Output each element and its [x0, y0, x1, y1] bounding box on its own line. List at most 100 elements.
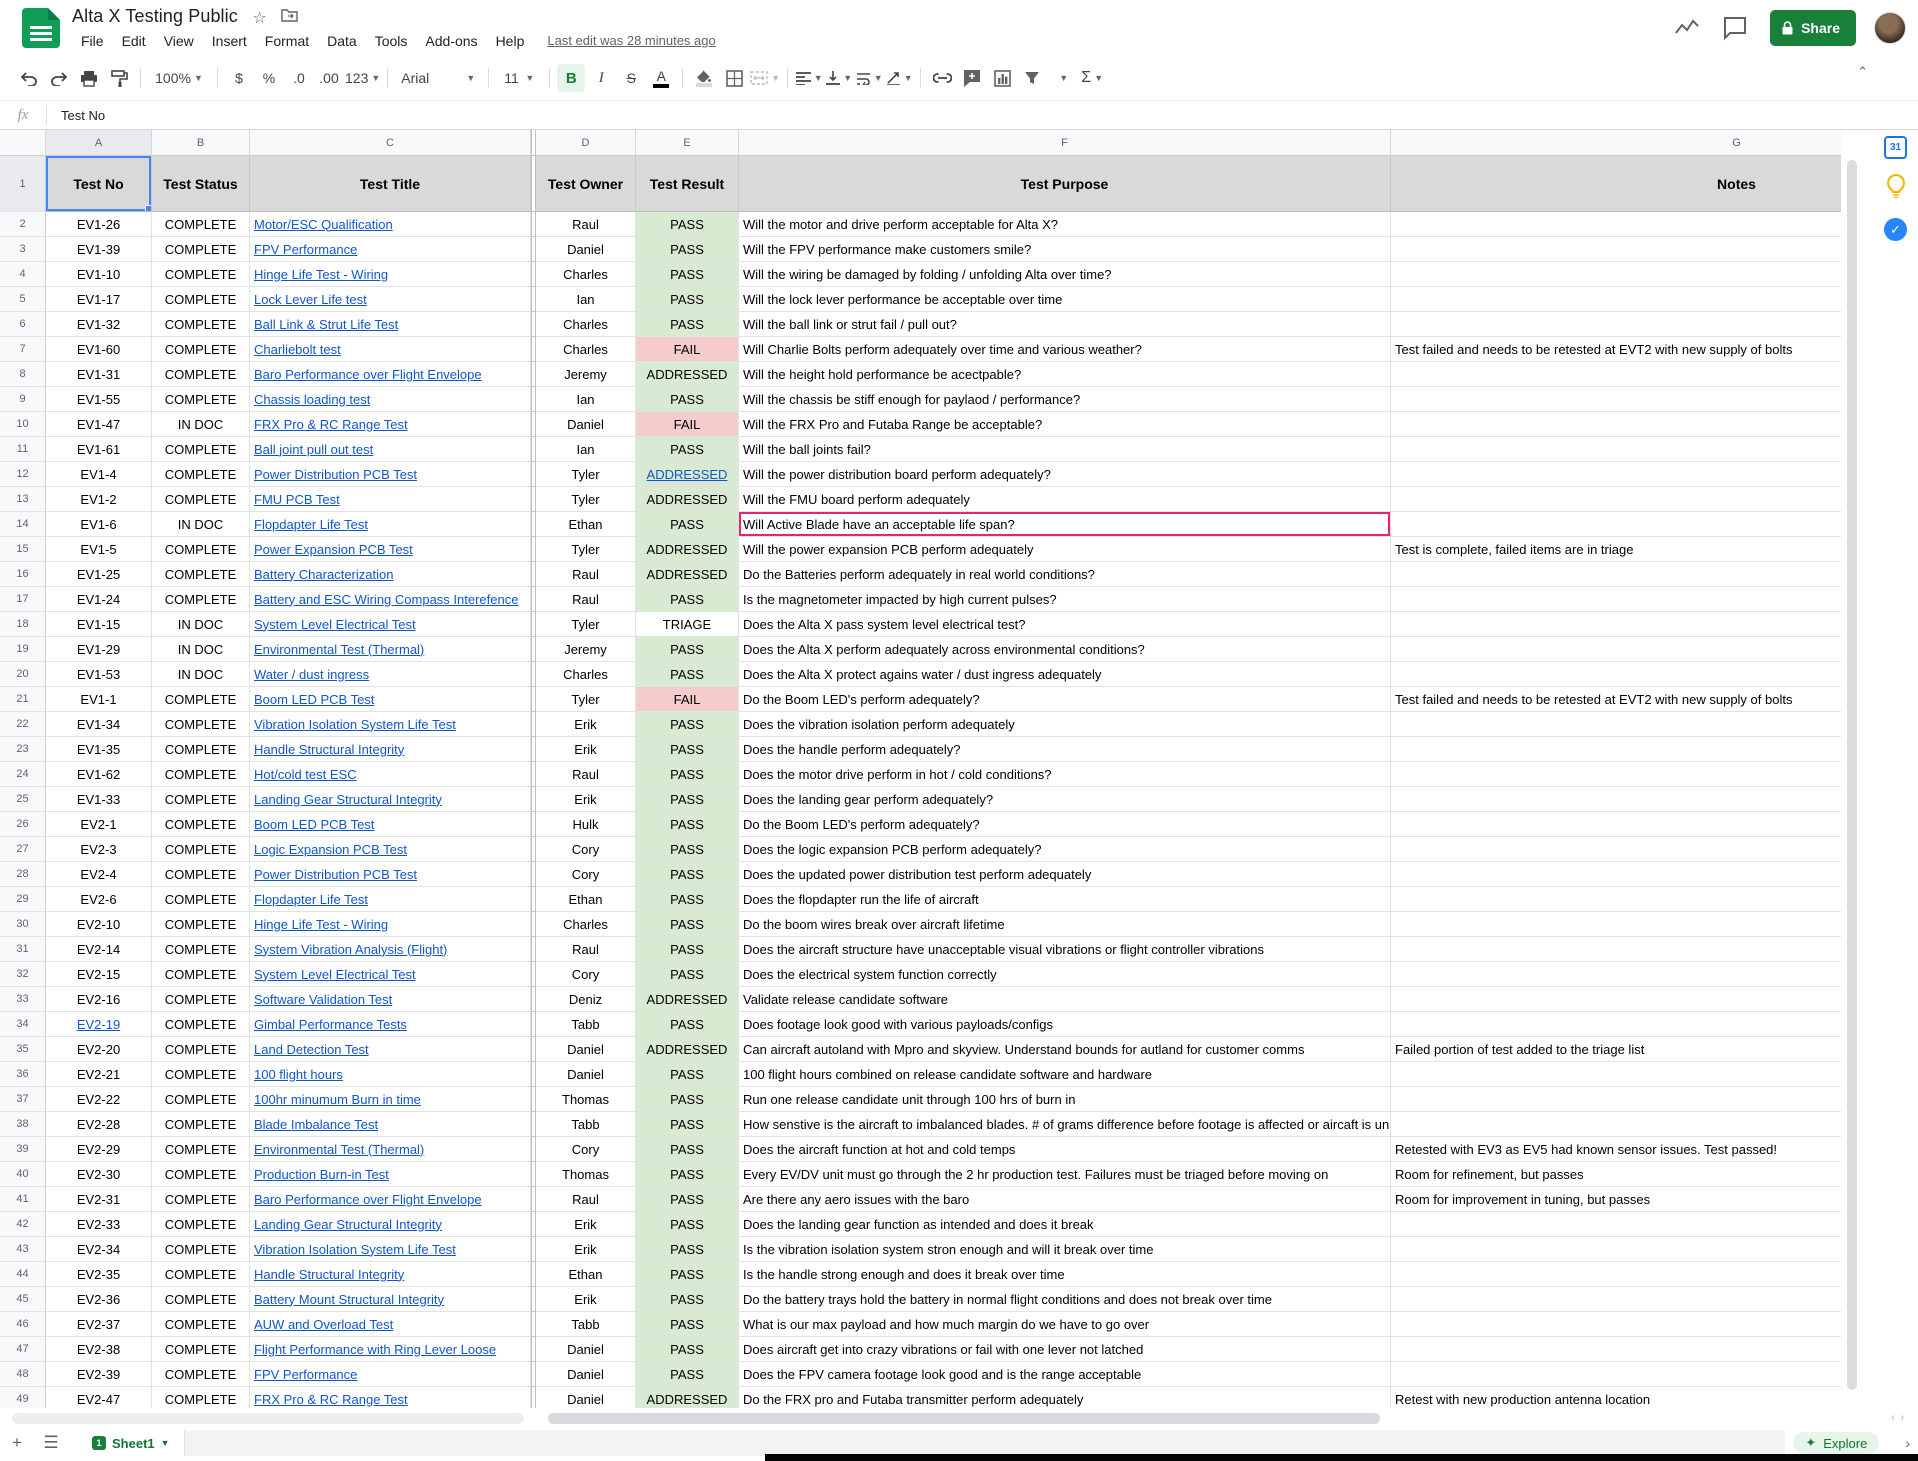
cell-test-purpose[interactable]: Will Charlie Bolts perform adequately ov…: [739, 337, 1391, 362]
row-header-36[interactable]: 36: [0, 1062, 46, 1087]
cell-test-purpose[interactable]: Does the logic expansion PCB perform ade…: [739, 837, 1391, 862]
row-header-28[interactable]: 28: [0, 862, 46, 887]
cell-test-no[interactable]: EV1-60: [46, 337, 152, 362]
cell-test-no[interactable]: EV2-28: [46, 1112, 152, 1137]
cell-test-no[interactable]: EV1-1: [46, 687, 152, 712]
horizontal-align-button[interactable]: ▼: [795, 64, 823, 92]
test-title-link[interactable]: Lock Lever Life test: [254, 292, 367, 307]
row-header-21[interactable]: 21: [0, 687, 46, 712]
cell-test-purpose[interactable]: Do the battery trays hold the battery in…: [739, 1287, 1391, 1312]
cell-test-status[interactable]: COMPLETE: [152, 1087, 250, 1112]
cell-test-no[interactable]: EV2-10: [46, 912, 152, 937]
text-color-button[interactable]: A: [647, 64, 675, 92]
row-header-11[interactable]: 11: [0, 437, 46, 462]
test-title-link[interactable]: Vibration Isolation System Life Test: [254, 717, 456, 732]
cell-test-purpose[interactable]: Do the Boom LED's perform adequately?: [739, 812, 1391, 837]
cell-test-purpose[interactable]: Does the motor drive perform in hot / co…: [739, 762, 1391, 787]
cell-test-title[interactable]: Handle Structural Integrity: [250, 737, 531, 762]
cell-notes[interactable]: [1391, 287, 1841, 312]
test-title-link[interactable]: Baro Performance over Flight Envelope: [254, 1192, 482, 1207]
cell-test-no[interactable]: EV1-2: [46, 487, 152, 512]
cell-test-owner[interactable]: Ethan: [536, 887, 636, 912]
cell-test-status[interactable]: IN DOC: [152, 412, 250, 437]
cell-test-status[interactable]: COMPLETE: [152, 1287, 250, 1312]
test-title-link[interactable]: Battery Characterization: [254, 567, 393, 582]
cell-test-result[interactable]: PASS: [636, 787, 739, 812]
cell-test-result[interactable]: PASS: [636, 1087, 739, 1112]
row-header-46[interactable]: 46: [0, 1312, 46, 1337]
paint-format-button[interactable]: [105, 64, 133, 92]
column-header-G[interactable]: G: [1391, 130, 1841, 156]
menu-view[interactable]: View: [155, 31, 203, 51]
cell-test-status[interactable]: COMPLETE: [152, 1312, 250, 1337]
cell-test-purpose[interactable]: What is our max payload and how much mar…: [739, 1312, 1391, 1337]
cell-test-purpose[interactable]: Will the ball joints fail?: [739, 437, 1391, 462]
cell-test-owner[interactable]: Thomas: [536, 1162, 636, 1187]
cell-test-title[interactable]: FMU PCB Test: [250, 487, 531, 512]
cell-test-no[interactable]: EV1-53: [46, 662, 152, 687]
cell-test-no[interactable]: EV2-47: [46, 1387, 152, 1408]
insert-link-button[interactable]: [928, 64, 956, 92]
test-title-link[interactable]: Power Expansion PCB Test: [254, 542, 413, 557]
cell-test-title[interactable]: Battery and ESC Wiring Compass Interefen…: [250, 587, 531, 612]
filter-button[interactable]: [1018, 64, 1046, 92]
italic-button[interactable]: I: [587, 64, 615, 92]
cell-test-purpose[interactable]: Will the motor and drive perform accepta…: [739, 212, 1391, 237]
cell-test-no[interactable]: EV1-62: [46, 762, 152, 787]
test-title-link[interactable]: Gimbal Performance Tests: [254, 1017, 407, 1032]
comment-history-icon[interactable]: [1722, 15, 1748, 41]
row-header-13[interactable]: 13: [0, 487, 46, 512]
row-header-5[interactable]: 5: [0, 287, 46, 312]
cell-test-status[interactable]: COMPLETE: [152, 1162, 250, 1187]
cell-test-status[interactable]: IN DOC: [152, 637, 250, 662]
cell-test-purpose[interactable]: Can aircraft autoland with Mpro and skyv…: [739, 1037, 1391, 1062]
cell-test-status[interactable]: COMPLETE: [152, 862, 250, 887]
text-wrap-button[interactable]: ▼: [855, 64, 883, 92]
cell-notes[interactable]: [1391, 562, 1841, 587]
test-title-link[interactable]: Ball joint pull out test: [254, 442, 373, 457]
cell-notes[interactable]: [1391, 987, 1841, 1012]
test-title-link[interactable]: Battery and ESC Wiring Compass Interefen…: [254, 592, 518, 607]
cell-test-status[interactable]: COMPLETE: [152, 1112, 250, 1137]
cell-test-purpose[interactable]: Are there any aero issues with the baro: [739, 1187, 1391, 1212]
cell-test-no[interactable]: EV2-22: [46, 1087, 152, 1112]
row-header-15[interactable]: 15: [0, 537, 46, 562]
cell-test-no[interactable]: EV2-35: [46, 1262, 152, 1287]
move-to-folder-icon[interactable]: [281, 8, 298, 27]
cell-test-title[interactable]: Power Distribution PCB Test: [250, 862, 531, 887]
cell-test-owner[interactable]: Charles: [536, 662, 636, 687]
cell-test-purpose[interactable]: Does the landing gear function as intend…: [739, 1212, 1391, 1237]
cell-test-no[interactable]: EV1-55: [46, 387, 152, 412]
row-header-45[interactable]: 45: [0, 1287, 46, 1312]
test-title-link[interactable]: Vibration Isolation System Life Test: [254, 1242, 456, 1257]
cell-notes[interactable]: [1391, 812, 1841, 837]
cell-test-purpose[interactable]: Does the Alta X pass system level electr…: [739, 612, 1391, 637]
cell-test-status[interactable]: COMPLETE: [152, 712, 250, 737]
cell-notes[interactable]: [1391, 662, 1841, 687]
cell-test-owner[interactable]: Ethan: [536, 1262, 636, 1287]
column-header-F[interactable]: F: [739, 130, 1391, 156]
test-title-link[interactable]: Environmental Test (Thermal): [254, 642, 424, 657]
cell-test-result[interactable]: PASS: [636, 887, 739, 912]
row-header-1[interactable]: 1: [0, 156, 46, 212]
cell-test-no[interactable]: EV1-29: [46, 637, 152, 662]
sheet-tab-sheet1[interactable]: 1 Sheet1 ▼: [78, 1430, 185, 1456]
cell-test-title[interactable]: Landing Gear Structural Integrity: [250, 787, 531, 812]
cell-test-status[interactable]: IN DOC: [152, 612, 250, 637]
cell-test-owner[interactable]: Daniel: [536, 412, 636, 437]
row-header-32[interactable]: 32: [0, 962, 46, 987]
column-header-B[interactable]: B: [152, 130, 250, 156]
cell-test-result[interactable]: PASS: [636, 1012, 739, 1037]
cell-test-owner[interactable]: Ethan: [536, 512, 636, 537]
cell-test-result[interactable]: PASS: [636, 637, 739, 662]
cell-test-status[interactable]: COMPLETE: [152, 1387, 250, 1408]
cell-notes[interactable]: [1391, 587, 1841, 612]
cell-test-purpose[interactable]: Will the height hold performance be acec…: [739, 362, 1391, 387]
cell-test-status[interactable]: COMPLETE: [152, 212, 250, 237]
cell-test-no[interactable]: EV1-25: [46, 562, 152, 587]
row-header-14[interactable]: 14: [0, 512, 46, 537]
select-all-corner[interactable]: [0, 130, 46, 156]
cell-test-result[interactable]: PASS: [636, 212, 739, 237]
cell-test-owner[interactable]: Daniel: [536, 237, 636, 262]
cell-test-result[interactable]: PASS: [636, 712, 739, 737]
